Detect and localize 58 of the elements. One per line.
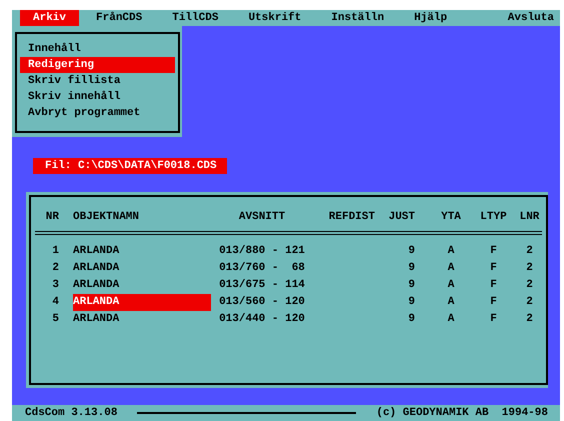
table-cell-text: 2 — [525, 312, 534, 327]
column-header: REFDIST — [328, 210, 375, 225]
column-header: NR — [44, 210, 59, 225]
table-cell-text: 9 — [407, 244, 415, 259]
table-cell-text: F — [489, 278, 498, 293]
table-cell-text: 9 — [407, 261, 415, 276]
menu-item[interactable]: FrånCDS — [83, 10, 156, 26]
table-cell-text: F — [489, 295, 498, 310]
table-cell-text: A — [446, 278, 456, 293]
table-cell-text: F — [489, 261, 498, 276]
menu-item[interactable]: Redigering — [20, 57, 175, 73]
file-path-label: Fil: C:\CDS\DATA\F0018.CDS — [33, 158, 227, 174]
column-header: OBJEKTNAMN — [73, 210, 140, 225]
table-cell-text: 1 — [51, 244, 59, 259]
table-cell-text: A — [446, 312, 456, 327]
copyright-text: (c) GEODYNAMIK AB 1994-98 — [376, 406, 548, 421]
table-cell[interactable]: ARLANDA — [73, 294, 211, 311]
menu-item[interactable]: Avsluta — [502, 10, 560, 26]
table-cell-text: 013/440 - 120 — [218, 312, 306, 327]
table-cell-text: 013/760 - 68 — [218, 261, 306, 276]
menu-item[interactable]: Skriv innehåll — [20, 89, 175, 105]
table-cell-text: 2 — [525, 261, 534, 276]
table-cell-text: A — [446, 244, 456, 259]
table-cell-text: A — [446, 295, 456, 310]
table-cell-text: A — [446, 261, 456, 276]
table-cell-text: F — [489, 312, 498, 327]
version-text: CdsCom 3.13.08 — [25, 406, 118, 421]
table-cell-text: 9 — [407, 278, 415, 293]
table-cell-text: 013/675 - 114 — [218, 278, 306, 293]
menu-item[interactable]: Utskrift — [235, 10, 314, 26]
column-header: LNR — [518, 210, 540, 225]
table-cell-text: 013/560 - 120 — [218, 295, 306, 310]
table-cell[interactable]: ARLANDA — [73, 311, 211, 328]
table-cell-text: 3 — [51, 278, 59, 293]
menu-item[interactable]: Inställn — [318, 10, 398, 26]
table-cell[interactable]: ARLANDA — [73, 260, 211, 277]
table-cell-text: 2 — [525, 278, 534, 293]
table-cell[interactable]: ARLANDA — [73, 277, 211, 294]
table-cell-text: F — [489, 244, 498, 259]
table-cell-text: 5 — [51, 312, 59, 327]
menu-item[interactable]: Skriv fillista — [20, 73, 175, 89]
table-cell-text: 9 — [407, 295, 415, 310]
menu-item[interactable]: Arkiv — [20, 10, 80, 26]
table-cell-text: 2 — [525, 295, 534, 310]
table-cell-text: 2 — [51, 261, 59, 276]
menu-item[interactable]: TillCDS — [159, 10, 232, 26]
table-cell-text: 4 — [51, 295, 59, 310]
table-cell[interactable]: ARLANDA — [73, 243, 211, 260]
column-header: JUST — [388, 210, 415, 225]
column-header: AVSNITT — [238, 210, 286, 225]
menu-item[interactable]: Avbryt programmet — [20, 105, 175, 121]
column-header: YTA — [440, 210, 462, 225]
table-cell-text: 9 — [407, 312, 415, 327]
table-cell-text: 013/880 - 121 — [218, 244, 306, 259]
menu-item[interactable]: Hjälp — [401, 10, 460, 26]
menu-item[interactable]: Innehåll — [20, 41, 175, 57]
column-header: LTYP — [479, 210, 508, 225]
table-cell-text: 2 — [525, 244, 534, 259]
